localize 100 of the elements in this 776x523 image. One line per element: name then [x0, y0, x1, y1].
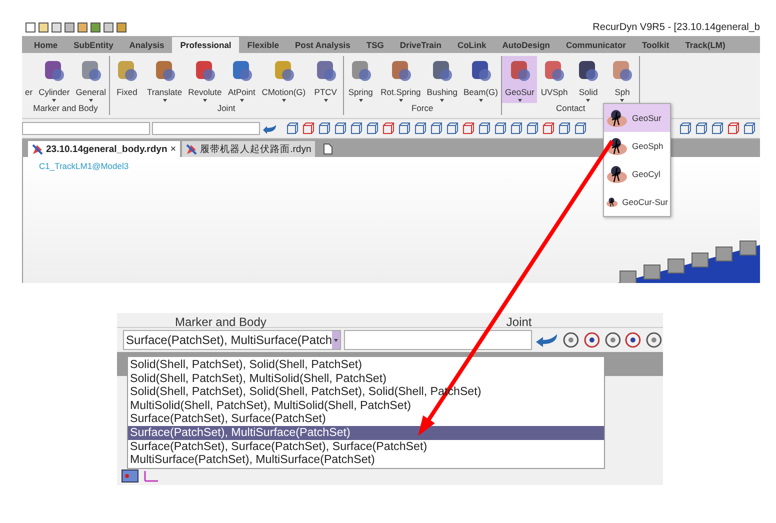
view-icon[interactable] [398, 122, 411, 135]
ribbon-tab[interactable]: TSG [358, 37, 392, 53]
view-icon[interactable] [510, 122, 523, 135]
menu-item[interactable]: GeoSur [604, 104, 670, 132]
combo-box[interactable]: Surface(PatchSet), MultiSurface(Patch [123, 330, 341, 350]
quick-access-icon[interactable] [25, 22, 36, 32]
ribbon-tab[interactable]: Track(LM) [677, 37, 734, 53]
view-icon[interactable] [366, 122, 379, 135]
curved-arrow-icon[interactable] [535, 332, 559, 348]
view-icon[interactable] [582, 331, 601, 349]
input-field[interactable] [344, 330, 532, 350]
quick-access-icon[interactable] [51, 22, 62, 32]
quick-access-icon[interactable] [116, 22, 127, 32]
ribbon-button[interactable]: GeoSur [502, 56, 538, 103]
menu-item[interactable]: GeoSph [604, 132, 670, 160]
view-icon[interactable] [624, 331, 642, 349]
combo-field[interactable] [22, 122, 150, 135]
menu-item[interactable]: GeoCur-Sur [604, 188, 670, 216]
ribbon-button[interactable]: Cylinder [36, 56, 73, 103]
list-option[interactable]: MultiSolid(Shell, PatchSet), MultiSolid(Shell, PatchSet) [128, 398, 604, 412]
ribbon-button[interactable]: PTCV [308, 56, 343, 103]
list-option[interactable]: Solid(Shell, PatchSet), MultiSolid(Shell, PatchSet) [128, 372, 604, 386]
ribbon-tab[interactable]: CoLink [449, 37, 494, 53]
ribbon-button[interactable]: Translate [144, 56, 186, 103]
ribbon-button[interactable]: Bushing [424, 56, 461, 103]
view-icon[interactable] [414, 122, 427, 135]
view-icon[interactable] [446, 122, 459, 135]
view-icon[interactable] [430, 122, 443, 135]
ribbon-button[interactable]: Revolute [185, 56, 225, 103]
document-tab[interactable]: 23.10.14general_body.rdyn × [28, 141, 180, 157]
ribbon-button[interactable]: General [72, 56, 109, 103]
ribbon-button[interactable]: Beam(G) [460, 56, 501, 103]
view-icon[interactable] [462, 122, 475, 135]
dropdown-button[interactable] [332, 331, 340, 349]
quick-access-icon[interactable] [64, 22, 75, 32]
view-icon[interactable] [695, 122, 708, 135]
view-icon[interactable] [727, 122, 740, 135]
ribbon-button[interactable]: Fixed [110, 56, 144, 103]
ribbon-button[interactable]: CMotion(G) [258, 56, 309, 103]
document-tab[interactable]: 履带机器人起伏路面.rdyn [182, 141, 316, 157]
ribbon-tab[interactable]: Toolkit [634, 37, 678, 53]
view-icon[interactable] [604, 331, 622, 349]
view-icon[interactable] [318, 122, 331, 135]
ribbon-button[interactable]: Rot.Spring [378, 56, 424, 103]
menu-item[interactable]: GeoCyl [604, 160, 670, 188]
ribbon-tab[interactable]: SubEntity [66, 37, 122, 53]
group-label: Contact [555, 103, 586, 115]
geometry-icon [606, 108, 628, 128]
ribbon-tab[interactable]: Communicator [558, 37, 634, 53]
quick-access-icon[interactable] [103, 22, 114, 32]
group-label: Joint [216, 103, 236, 115]
ribbon-button[interactable]: UVSph [537, 56, 572, 103]
list-option[interactable]: Surface(PatchSet), Surface(PatchSet), Surface(PatchSet) [128, 440, 604, 454]
view-icon[interactable] [526, 122, 539, 135]
ribbon-tab[interactable]: Professional [172, 37, 240, 53]
curved-arrow-icon[interactable] [262, 122, 278, 134]
group-label: Marker and Body [32, 103, 99, 115]
ribbon-button[interactable]: AtPoint [224, 56, 259, 103]
model-label: C1_TrackLM1@Model3 [39, 161, 129, 171]
document-icon [32, 144, 43, 154]
view-icon[interactable] [558, 122, 571, 135]
list-option[interactable]: MultiSurface(PatchSet), MultiSurface(PatchSet) [128, 453, 604, 467]
ribbon-button[interactable]: er [22, 56, 36, 103]
view-icon[interactable] [574, 122, 587, 135]
ribbon-tab[interactable]: DriveTrain [392, 37, 450, 53]
quick-access-icon[interactable] [38, 22, 49, 32]
list-option[interactable]: Solid(Shell, PatchSet), Solid(Shell, PatchSet) [128, 358, 604, 372]
grid-icon[interactable] [121, 469, 139, 483]
list-option[interactable]: Surface(PatchSet), MultiSurface(PatchSet) [128, 426, 604, 440]
view-icon[interactable] [302, 122, 315, 135]
document-icon [186, 144, 198, 154]
quick-access-icon[interactable] [77, 22, 88, 32]
ribbon-tab[interactable]: Analysis [121, 37, 172, 53]
geometry-icon [606, 164, 628, 184]
ribbon-button[interactable]: Spring [344, 56, 378, 103]
ribbon-button[interactable]: Solid [571, 56, 606, 103]
window-title: RecurDyn V9R5 - [23.10.14general_b [592, 22, 760, 32]
group-label: Marker and Body [175, 317, 266, 327]
view-icon[interactable] [478, 122, 491, 135]
view-icon[interactable] [711, 122, 724, 135]
group-label: Force [410, 103, 434, 115]
view-icon[interactable] [334, 122, 347, 135]
combo-field[interactable] [152, 122, 260, 135]
list-option[interactable]: Surface(PatchSet), Surface(PatchSet) [128, 412, 604, 426]
view-icon[interactable] [743, 122, 756, 135]
ribbon-tab[interactable]: Home [26, 37, 66, 53]
view-icon[interactable] [494, 122, 507, 135]
view-icon[interactable] [382, 122, 395, 135]
ribbon-tab[interactable]: Post Analysis [286, 37, 358, 53]
view-icon[interactable] [562, 331, 580, 349]
quick-access-icon[interactable] [90, 22, 101, 32]
ribbon-tab[interactable]: Flexible [239, 37, 287, 53]
axis-icon[interactable] [142, 469, 160, 483]
view-icon[interactable] [286, 122, 299, 135]
view-icon[interactable] [350, 122, 363, 135]
ribbon-tab[interactable]: AutoDesign [494, 37, 558, 53]
view-icon[interactable] [645, 331, 663, 349]
view-icon[interactable] [542, 122, 555, 135]
new-document-icon[interactable] [323, 143, 334, 155]
view-icon[interactable] [679, 122, 692, 135]
